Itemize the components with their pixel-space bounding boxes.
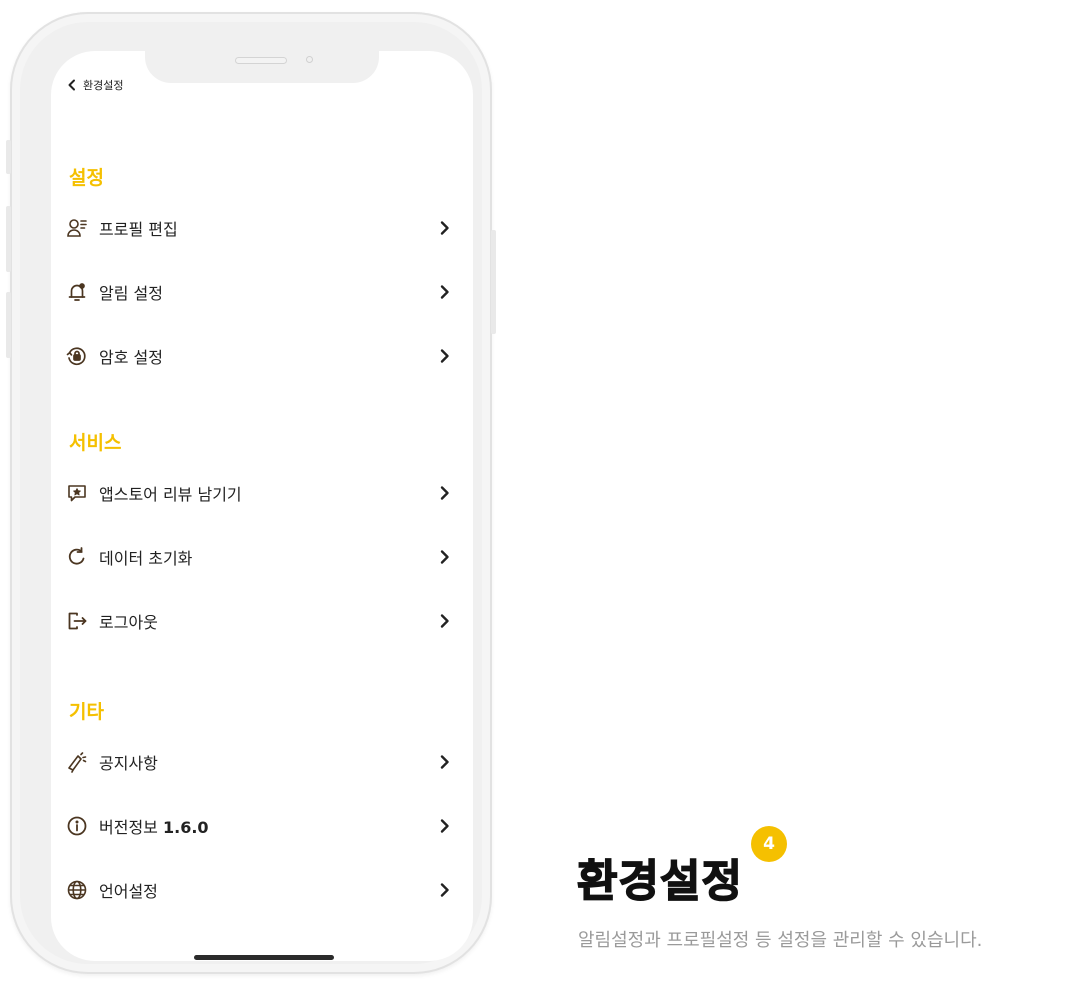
lock-refresh-icon bbox=[65, 344, 89, 368]
chevron-right-icon bbox=[440, 819, 449, 833]
phone-screen: 환경설정 설정 프로필 편집 알림 설정 암호 설정 서비스 앱스토어 리뷰 남… bbox=[51, 51, 473, 961]
review-star-icon bbox=[65, 481, 89, 505]
info-icon bbox=[65, 814, 89, 838]
step-badge: 4 bbox=[751, 826, 787, 862]
menu-item-logout[interactable]: 로그아웃 bbox=[65, 601, 461, 641]
globe-icon bbox=[65, 878, 89, 902]
profile-edit-icon bbox=[65, 216, 89, 240]
chevron-right-icon bbox=[440, 221, 449, 235]
section-title-service: 서비스 bbox=[69, 432, 122, 454]
menu-item-language-settings[interactable]: 언어설정 bbox=[65, 870, 461, 910]
menu-item-password-settings[interactable]: 암호 설정 bbox=[65, 336, 461, 376]
phone-side-button-mute bbox=[6, 140, 11, 174]
megaphone-icon bbox=[65, 750, 89, 774]
version-number: 1.6.0 bbox=[162, 818, 209, 837]
bell-icon bbox=[65, 280, 89, 304]
chevron-right-icon bbox=[440, 349, 449, 363]
version-label: 버전정보 bbox=[99, 818, 158, 837]
phone-side-button-volume-up bbox=[6, 206, 11, 272]
menu-item-label: 알림 설정 bbox=[99, 284, 163, 303]
menu-item-profile-edit[interactable]: 프로필 편집 bbox=[65, 208, 461, 248]
section-title-etc: 기타 bbox=[69, 701, 104, 723]
feature-title: 환경설정 bbox=[576, 855, 743, 908]
chevron-right-icon bbox=[440, 550, 449, 564]
speaker bbox=[235, 57, 287, 64]
menu-item-label: 공지사항 bbox=[99, 754, 158, 773]
menu-item-app-store-review[interactable]: 앱스토어 리뷰 남기기 bbox=[65, 473, 461, 513]
home-indicator bbox=[194, 955, 334, 960]
back-button[interactable]: 환경설정 bbox=[67, 77, 123, 93]
chevron-left-icon bbox=[68, 79, 75, 91]
refresh-icon bbox=[65, 545, 89, 569]
chevron-right-icon bbox=[440, 486, 449, 500]
back-button-label: 환경설정 bbox=[83, 79, 124, 92]
chevron-right-icon bbox=[440, 614, 449, 628]
phone-side-button-volume-down bbox=[6, 292, 11, 358]
menu-item-label: 데이터 초기화 bbox=[99, 549, 193, 568]
menu-item-label: 로그아웃 bbox=[99, 613, 158, 632]
menu-item-label: 프로필 편집 bbox=[99, 220, 178, 239]
menu-item-notification-settings[interactable]: 알림 설정 bbox=[65, 272, 461, 312]
front-camera bbox=[306, 56, 313, 63]
section-title-settings: 설정 bbox=[69, 167, 104, 189]
phone-notch bbox=[145, 51, 379, 83]
menu-item-version-info[interactable]: 버전정보 1.6.0 bbox=[65, 806, 461, 846]
menu-item-label: 앱스토어 리뷰 남기기 bbox=[99, 485, 242, 504]
chevron-right-icon bbox=[440, 285, 449, 299]
feature-description: 알림설정과 프로필설정 등 설정을 관리할 수 있습니다. bbox=[578, 930, 983, 951]
logout-icon bbox=[65, 609, 89, 633]
menu-item-label: 버전정보 1.6.0 bbox=[99, 814, 209, 838]
menu-item-notice[interactable]: 공지사항 bbox=[65, 742, 461, 782]
phone-mockup: 환경설정 설정 프로필 편집 알림 설정 암호 설정 서비스 앱스토어 리뷰 남… bbox=[6, 12, 496, 974]
chevron-right-icon bbox=[440, 883, 449, 897]
phone-side-button-power bbox=[491, 230, 496, 334]
menu-item-data-reset[interactable]: 데이터 초기화 bbox=[65, 537, 461, 577]
menu-item-label: 암호 설정 bbox=[99, 348, 163, 367]
chevron-right-icon bbox=[440, 755, 449, 769]
menu-item-label: 언어설정 bbox=[99, 882, 158, 901]
